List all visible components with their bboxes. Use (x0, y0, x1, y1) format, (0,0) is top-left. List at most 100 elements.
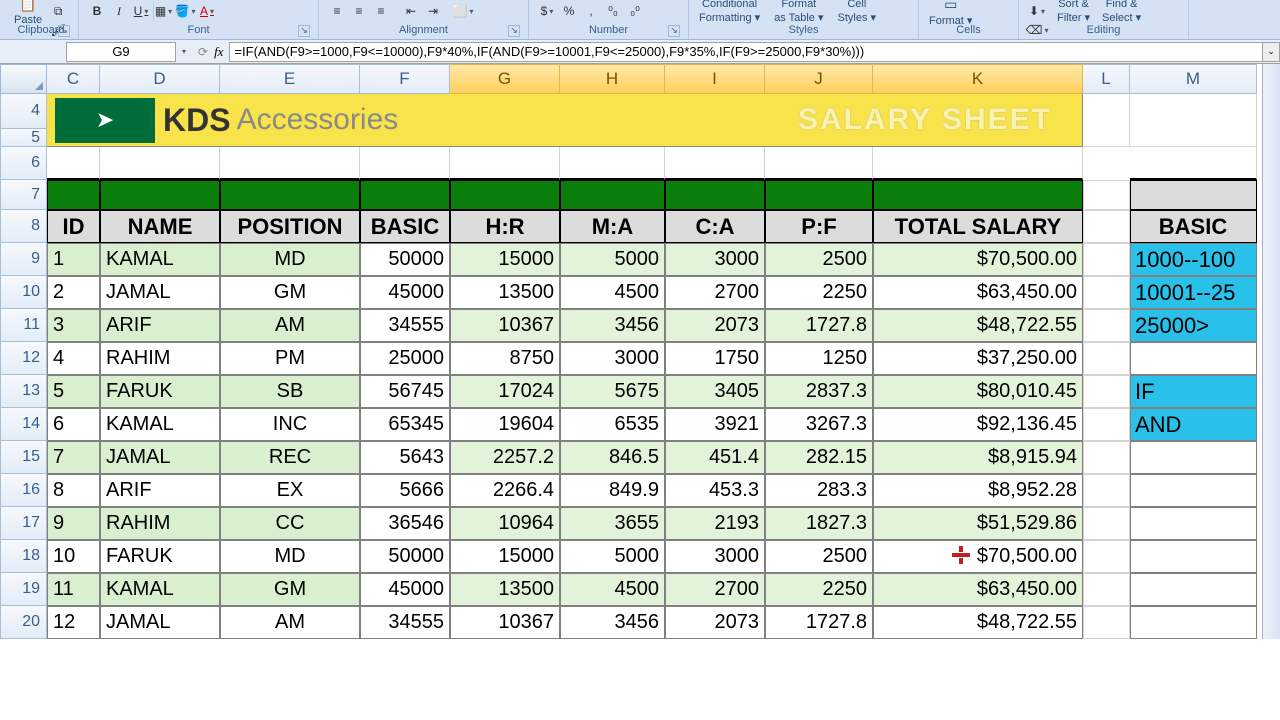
cell-total[interactable]: $63,450.00 (873, 276, 1083, 309)
cell[interactable] (665, 180, 765, 210)
copy-icon[interactable]: ⧉ (48, 2, 68, 20)
decrease-decimal-button[interactable]: ₀⁰ (625, 2, 645, 20)
cell-pf[interactable]: 2250 (765, 573, 873, 606)
cell[interactable] (560, 180, 665, 210)
row-header[interactable]: 12 (0, 342, 47, 375)
font-color-button[interactable]: A▾ (197, 2, 217, 20)
cell-ca[interactable]: 451.4 (665, 441, 765, 474)
cell[interactable] (1083, 507, 1130, 540)
col-header[interactable]: I (665, 64, 765, 94)
header-cell[interactable]: ID (47, 210, 100, 243)
header-cell[interactable]: POSITION (220, 210, 360, 243)
cell[interactable] (1130, 147, 1257, 180)
row-header[interactable]: 19 (0, 573, 47, 606)
cell[interactable] (220, 147, 360, 180)
cell-name[interactable]: JAMAL (100, 606, 220, 639)
cell-basic[interactable]: 5666 (360, 474, 450, 507)
cell-pf[interactable]: 2250 (765, 276, 873, 309)
cell-ca[interactable]: 3000 (665, 540, 765, 573)
col-header[interactable]: E (220, 64, 360, 94)
cell-total[interactable]: $48,722.55 (873, 606, 1083, 639)
cell-ca[interactable]: 3921 (665, 408, 765, 441)
cell-ca[interactable]: 2700 (665, 276, 765, 309)
vertical-scrollbar[interactable] (1262, 64, 1280, 639)
row-header[interactable]: 18 (0, 540, 47, 573)
header-cell[interactable]: H:R (450, 210, 560, 243)
side-cell[interactable]: 10001--25 (1130, 276, 1257, 309)
col-header[interactable]: C (47, 64, 100, 94)
cell-total[interactable]: $70,500.00 (873, 243, 1083, 276)
expand-formula-bar-icon[interactable]: ⌄ (1262, 42, 1280, 62)
cell[interactable] (873, 180, 1083, 210)
dialog-launcher-icon[interactable]: ↘ (58, 25, 70, 37)
cell[interactable] (873, 147, 1083, 180)
cell-name[interactable]: ARIF (100, 309, 220, 342)
cell-id[interactable]: 5 (47, 375, 100, 408)
header-cell[interactable]: BASIC (360, 210, 450, 243)
col-header[interactable]: H (560, 64, 665, 94)
cell-position[interactable]: AM (220, 606, 360, 639)
row-header[interactable]: 8 (0, 210, 47, 243)
header-cell[interactable]: P:F (765, 210, 873, 243)
cell-basic[interactable]: 56745 (360, 375, 450, 408)
cell-total[interactable]: $48,722.55 (873, 309, 1083, 342)
cell[interactable] (1083, 309, 1130, 342)
cell-pf[interactable]: 283.3 (765, 474, 873, 507)
cell[interactable] (1083, 408, 1130, 441)
cell-pf[interactable]: 1727.8 (765, 606, 873, 639)
cell-total[interactable]: $51,529.86 (873, 507, 1083, 540)
cell[interactable] (1083, 441, 1130, 474)
cell-basic[interactable]: 50000 (360, 243, 450, 276)
row-header[interactable]: 17 (0, 507, 47, 540)
cell-id[interactable]: 12 (47, 606, 100, 639)
cell[interactable] (1083, 180, 1130, 210)
cell-name[interactable]: JAMAL (100, 441, 220, 474)
cell[interactable] (100, 147, 220, 180)
cell-hr[interactable]: 13500 (450, 573, 560, 606)
spreadsheet-grid[interactable]: C D E F G H I J K L M 4 5 ➤ KDS Accessor… (0, 64, 1262, 639)
cell-name[interactable]: RAHIM (100, 507, 220, 540)
cell-ma[interactable]: 849.9 (560, 474, 665, 507)
row-header[interactable]: 14 (0, 408, 47, 441)
cell-hr[interactable]: 13500 (450, 276, 560, 309)
header-cell[interactable]: TOTAL SALARY (873, 210, 1083, 243)
cell[interactable] (360, 147, 450, 180)
cell-total[interactable]: $8,915.94 (873, 441, 1083, 474)
col-header[interactable]: G (450, 64, 560, 94)
cell-id[interactable]: 4 (47, 342, 100, 375)
cell-id[interactable]: 11 (47, 573, 100, 606)
header-cell[interactable]: NAME (100, 210, 220, 243)
cell-basic[interactable]: 50000 (360, 540, 450, 573)
cell-hr[interactable]: 10367 (450, 606, 560, 639)
bold-button[interactable]: B (87, 2, 107, 20)
side-cell[interactable] (1130, 573, 1257, 606)
cell-id[interactable]: 6 (47, 408, 100, 441)
cell-total[interactable]: $92,136.45 (873, 408, 1083, 441)
cell-ca[interactable]: 2073 (665, 606, 765, 639)
side-cell[interactable] (1130, 441, 1257, 474)
cell-position[interactable]: MD (220, 243, 360, 276)
autosum-icon[interactable]: Σ▾ (1027, 0, 1047, 1)
cell-pf[interactable]: 1250 (765, 342, 873, 375)
percent-button[interactable]: % (559, 2, 579, 20)
cell-ma[interactable]: 3456 (560, 606, 665, 639)
increase-indent-button[interactable]: ⇥ (423, 2, 443, 20)
cell-total[interactable]: $70,500.00 (873, 540, 1083, 573)
side-cell[interactable]: 25000> (1130, 309, 1257, 342)
cell[interactable] (665, 147, 765, 180)
row-header[interactable]: 7 (0, 180, 47, 210)
cell[interactable] (765, 147, 873, 180)
cell-ca[interactable]: 453.3 (665, 474, 765, 507)
cell-name[interactable]: JAMAL (100, 276, 220, 309)
row-header[interactable]: 6 (0, 147, 47, 180)
cell-name[interactable]: KAMAL (100, 408, 220, 441)
cell-ma[interactable]: 4500 (560, 573, 665, 606)
cell-ma[interactable]: 6535 (560, 408, 665, 441)
cell-name[interactable]: FARUK (100, 540, 220, 573)
fill-color-button[interactable]: 🪣▾ (175, 2, 195, 20)
cell[interactable] (1083, 540, 1130, 573)
cell[interactable] (450, 180, 560, 210)
cell-ma[interactable]: 846.5 (560, 441, 665, 474)
cell-id[interactable]: 7 (47, 441, 100, 474)
cell-position[interactable]: GM (220, 276, 360, 309)
